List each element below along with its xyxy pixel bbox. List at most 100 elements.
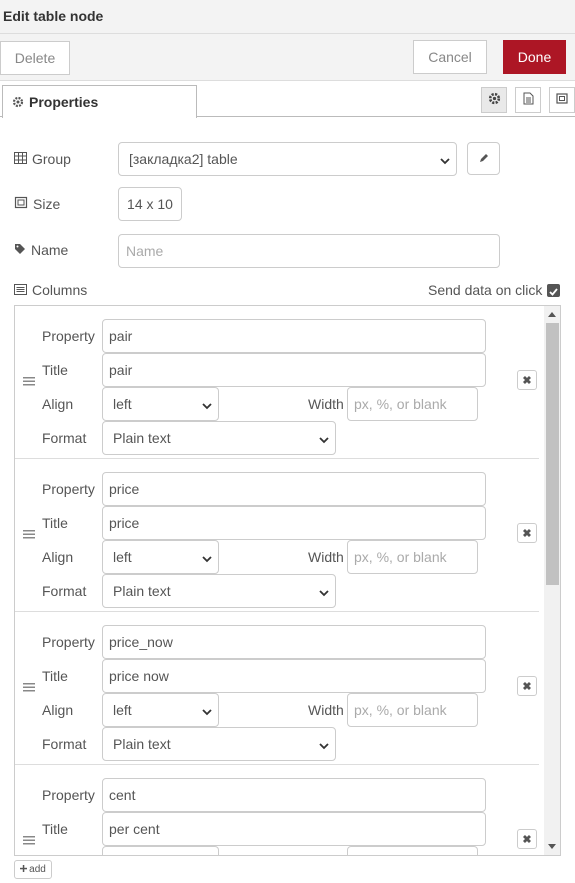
- close-icon: ✖: [522, 833, 532, 846]
- align-select-value: left: [113, 549, 132, 565]
- title-label: Title: [42, 821, 68, 837]
- remove-column-button[interactable]: ✖: [517, 370, 537, 390]
- columns-label-row: Columns: [14, 282, 87, 298]
- add-column-button[interactable]: add: [14, 860, 52, 879]
- format-select[interactable]: Plain text: [102, 574, 336, 608]
- property-input[interactable]: pair: [102, 319, 486, 353]
- align-select[interactable]: left: [102, 540, 219, 574]
- align-label: Align: [42, 396, 74, 412]
- tab-appearance-button[interactable]: [549, 87, 575, 113]
- align-label: Align: [42, 549, 74, 565]
- remove-column-button[interactable]: ✖: [517, 523, 537, 543]
- remove-column-button[interactable]: ✖: [517, 829, 537, 849]
- remove-column-button[interactable]: ✖: [517, 676, 537, 696]
- plus-icon: [20, 864, 28, 875]
- chevron-down-icon: [202, 704, 212, 720]
- format-select[interactable]: Plain text: [102, 421, 336, 455]
- gear-icon: [12, 95, 24, 111]
- tab-description-button[interactable]: [515, 87, 541, 113]
- format-label: Format: [42, 583, 87, 599]
- close-icon: ✖: [522, 680, 532, 693]
- name-input[interactable]: Name: [118, 234, 500, 268]
- property-label: Property: [42, 634, 95, 650]
- align-label: Align: [42, 702, 74, 718]
- format-label: Format: [42, 736, 87, 752]
- width-label: Width: [308, 396, 344, 412]
- tab-properties-label: Properties: [29, 94, 99, 110]
- format-select-value: Plain text: [113, 736, 171, 752]
- pencil-icon: [478, 151, 489, 167]
- add-label: add: [29, 864, 46, 875]
- close-icon: ✖: [522, 374, 532, 387]
- property-input[interactable]: price_now: [102, 625, 486, 659]
- drag-handle-icon[interactable]: [23, 832, 35, 848]
- drag-handle-icon[interactable]: [23, 526, 35, 542]
- drag-handle-icon[interactable]: [23, 373, 35, 389]
- columns-label: Columns: [32, 282, 88, 298]
- property-label: Property: [42, 481, 95, 497]
- format-label: Format: [42, 430, 87, 446]
- name-label: Name: [31, 242, 69, 258]
- name-label-row: Name: [14, 242, 68, 258]
- tag-icon: [14, 242, 26, 258]
- format-select-value: Plain text: [113, 583, 171, 599]
- columns-list: Property pair Title pair Align left Widt…: [14, 305, 561, 856]
- align-select[interactable]: [102, 846, 219, 855]
- title-input[interactable]: per cent: [102, 812, 486, 846]
- title-input[interactable]: price: [102, 506, 486, 540]
- delete-button[interactable]: Delete: [0, 41, 70, 75]
- format-select[interactable]: Plain text: [102, 727, 336, 761]
- edit-group-button[interactable]: [467, 142, 500, 175]
- size-label-row: Size: [14, 196, 60, 212]
- align-select[interactable]: left: [102, 693, 219, 727]
- title-input[interactable]: price now: [102, 659, 486, 693]
- chevron-down-icon: [202, 398, 212, 414]
- format-select-value: Plain text: [113, 430, 171, 446]
- align-select-value: left: [113, 702, 132, 718]
- width-label: Width: [308, 702, 344, 718]
- send-data-checkbox[interactable]: [547, 284, 560, 297]
- gear-icon: [488, 92, 501, 108]
- list-icon: [14, 282, 27, 298]
- title-label: Title: [42, 362, 68, 378]
- group-select[interactable]: [закладка2] table: [118, 142, 457, 176]
- tab-properties[interactable]: Properties: [2, 85, 197, 118]
- frame-icon: [14, 196, 28, 212]
- property-input[interactable]: cent: [102, 778, 486, 812]
- property-label: Property: [42, 787, 95, 803]
- width-input[interactable]: [347, 846, 478, 855]
- scroll-up-arrow-icon[interactable]: [548, 312, 556, 317]
- cancel-button[interactable]: Cancel: [413, 40, 487, 74]
- chevron-down-icon: [440, 153, 450, 169]
- close-icon: ✖: [522, 527, 532, 540]
- group-label: Group: [32, 151, 71, 167]
- frame-icon: [555, 92, 569, 108]
- chevron-down-icon: [319, 585, 329, 601]
- size-button[interactable]: 14 x 10: [118, 187, 182, 221]
- tray-header: Edit table node: [0, 0, 575, 34]
- scroll-down-arrow-icon[interactable]: [548, 844, 556, 849]
- chevron-down-icon: [319, 432, 329, 448]
- chevron-down-icon: [319, 738, 329, 754]
- width-input[interactable]: px, %, or blank: [347, 693, 478, 727]
- done-button[interactable]: Done: [503, 40, 566, 74]
- scrollbar-thumb[interactable]: [546, 323, 559, 585]
- property-input[interactable]: price: [102, 472, 486, 506]
- document-icon: [523, 92, 534, 108]
- width-input[interactable]: px, %, or blank: [347, 387, 478, 421]
- title-input[interactable]: pair: [102, 353, 486, 387]
- tray-toolbar: Delete Cancel Done: [0, 34, 575, 81]
- tab-settings-icon-button[interactable]: [481, 87, 507, 113]
- tray-title: Edit table node: [3, 8, 104, 24]
- width-label: Width: [308, 549, 344, 565]
- column-row: Property price_now Title price now Align…: [15, 612, 539, 765]
- align-select-value: left: [113, 396, 132, 412]
- drag-handle-icon[interactable]: [23, 679, 35, 695]
- column-row: Property pair Title pair Align left Widt…: [15, 306, 539, 459]
- title-label: Title: [42, 515, 68, 531]
- width-input[interactable]: px, %, or blank: [347, 540, 478, 574]
- align-select[interactable]: left: [102, 387, 219, 421]
- table-icon: [14, 151, 27, 167]
- size-label: Size: [33, 196, 61, 212]
- column-row: Property cent Title per cent ✖: [15, 765, 539, 855]
